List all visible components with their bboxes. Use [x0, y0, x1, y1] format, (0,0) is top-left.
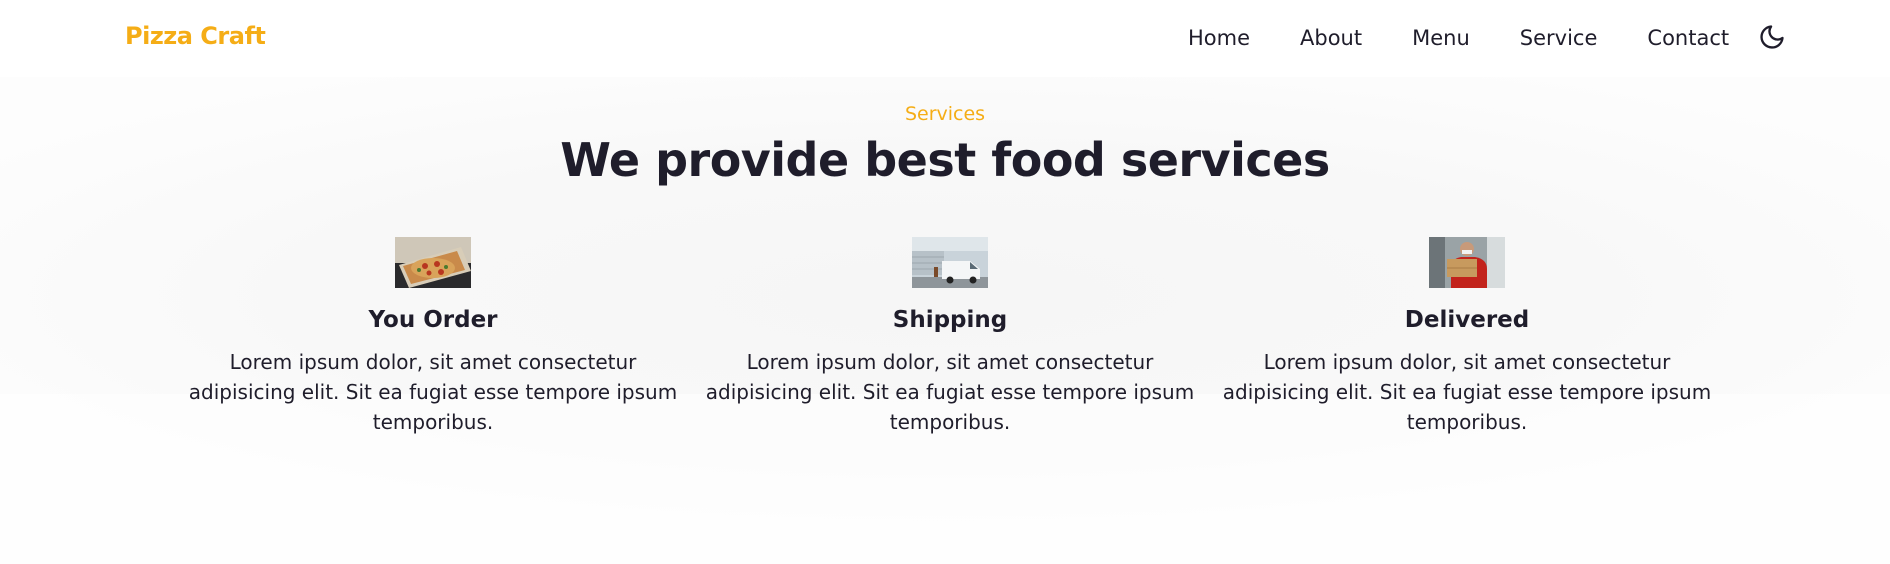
delivery-van-image: [912, 237, 988, 288]
card-description: Lorem ipsum dolor, sit amet consectetur …: [705, 350, 1195, 434]
site-logo[interactable]: Pizza Craft: [125, 22, 266, 50]
service-card-shipping: Shipping Lorem ipsum dolor, sit amet con…: [690, 237, 1210, 437]
card-description: Lorem ipsum dolor, sit amet consectetur …: [1222, 350, 1712, 434]
main-nav: Home About Menu Service Contact: [1188, 24, 1787, 52]
service-card-delivered: Delivered Lorem ipsum dolor, sit amet co…: [1207, 237, 1727, 437]
service-card-order: You Order Lorem ipsum dolor, sit amet co…: [173, 237, 693, 437]
nav-link-menu[interactable]: Menu: [1412, 25, 1470, 51]
nav-link-home[interactable]: Home: [1188, 25, 1250, 51]
card-title: Shipping: [892, 307, 1008, 333]
card-description: Lorem ipsum dolor, sit amet consectetur …: [188, 350, 678, 434]
nav-link-about[interactable]: About: [1300, 25, 1362, 51]
pizza-box-image: [395, 237, 471, 288]
moon-icon: [1760, 25, 1784, 49]
card-title: You Order: [368, 307, 498, 333]
site-header: Pizza Craft Home About Menu Service Cont…: [0, 0, 1890, 77]
nav-link-service[interactable]: Service: [1520, 25, 1598, 51]
section-title: We provide best food services: [560, 133, 1330, 187]
theme-toggle-button[interactable]: [1757, 22, 1787, 52]
card-title: Delivered: [1404, 307, 1530, 333]
section-eyebrow: Services: [904, 103, 986, 125]
courier-image: [1429, 237, 1505, 288]
nav-link-contact[interactable]: Contact: [1647, 25, 1729, 51]
services-section: Services We provide best food services Y…: [0, 77, 1890, 564]
